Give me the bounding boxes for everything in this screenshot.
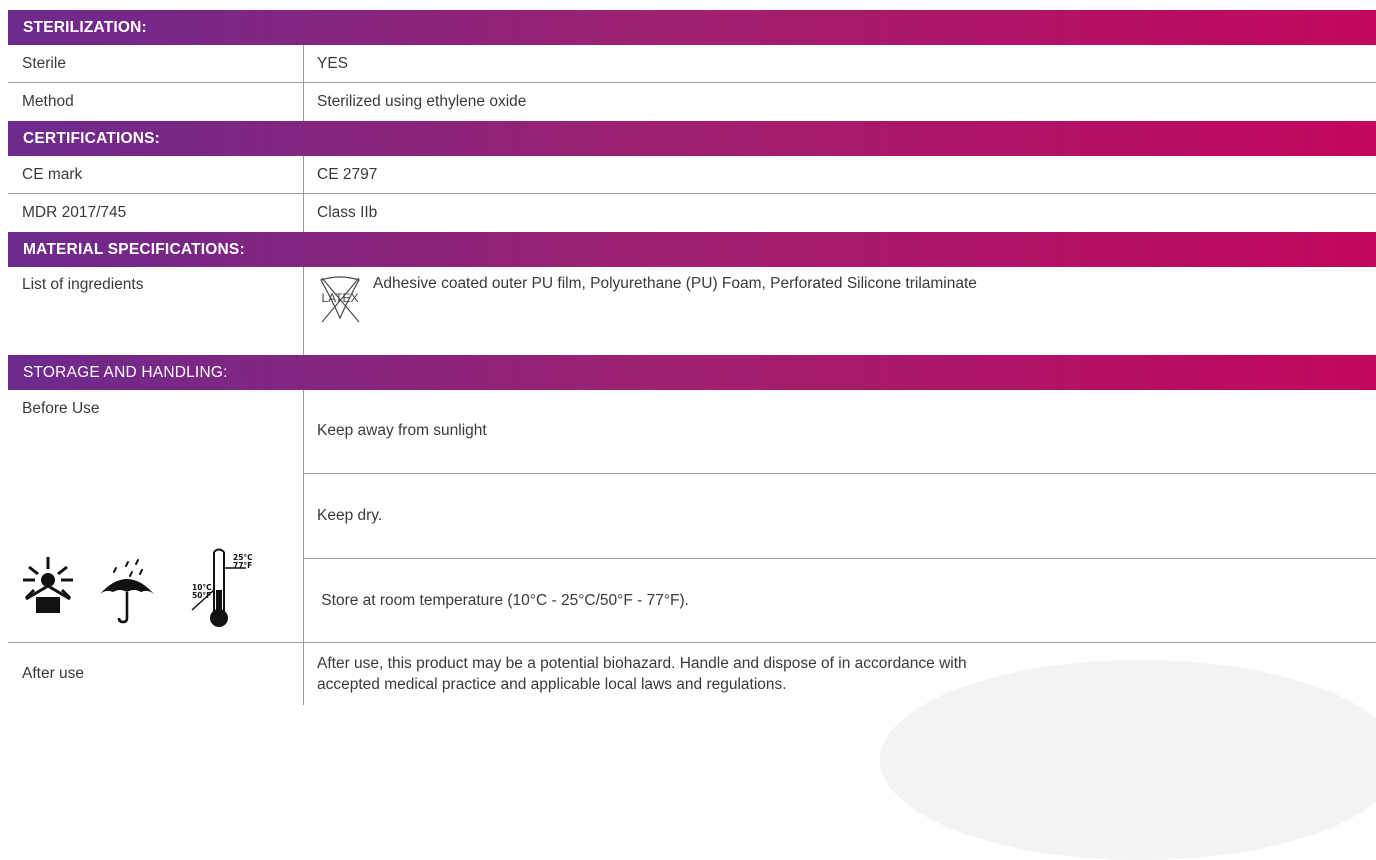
row-value: Class IIb <box>317 204 378 221</box>
row-label: Method <box>8 83 304 121</box>
after-use-text-line1: After use, this product may be a potenti… <box>317 655 967 672</box>
row-label: MDR 2017/745 <box>8 194 304 232</box>
row-value-after-use: After use, this product may be a potenti… <box>304 643 1376 705</box>
after-use-text-line2: accepted medical practice and applicable… <box>317 676 787 693</box>
product-spec-table: STERILIZATION: Sterile YES Method Steril… <box>8 10 1376 705</box>
storage-item-temperature: Store at room temperature (10°C - 25°C/5… <box>317 591 689 609</box>
row-label: CE mark <box>8 156 304 193</box>
storage-item-dry: Keep dry. <box>304 474 1376 560</box>
row-value: CE 2797 <box>317 165 378 183</box>
row-label: List of ingredients <box>8 267 304 355</box>
latex-symbol-text: LATEX <box>321 291 359 305</box>
table-row-mdr: MDR 2017/745 Class IIb <box>8 194 1376 232</box>
row-label: Before Use <box>8 390 304 642</box>
table-row-ce-mark: CE mark CE 2797 <box>8 156 1376 194</box>
table-row-ingredients: List of ingredients LATEX Adhesive coate… <box>8 267 1376 355</box>
table-row-method: Method Sterilized using ethylene oxide <box>8 83 1376 121</box>
row-label: After use <box>8 643 304 705</box>
before-use-items: Keep away from sunlight Keep dry. Store … <box>304 390 1376 642</box>
storage-item-sunlight: Keep away from sunlight <box>304 390 1376 474</box>
latex-free-icon: LATEX <box>317 274 363 324</box>
section-header-certifications: CERTIFICATIONS: <box>8 121 1376 156</box>
row-value: YES <box>317 54 349 72</box>
table-row-sterile: Sterile YES <box>8 45 1376 83</box>
table-row-before-use: Before Use Keep away from sunlight Keep … <box>8 390 1376 643</box>
ingredients-text: Adhesive coated outer PU film, Polyureth… <box>373 275 977 292</box>
section-header-sterilization: STERILIZATION: <box>8 10 1376 45</box>
row-value: Sterilized using ethylene oxide <box>317 93 527 110</box>
row-label: Sterile <box>8 45 304 82</box>
table-row-after-use: After use After use, this product may be… <box>8 643 1376 705</box>
section-header-material-specifications: MATERIAL SPECIFICATIONS: <box>8 232 1376 267</box>
row-value-ingredients: LATEX Adhesive coated outer PU film, Pol… <box>304 267 1376 355</box>
section-header-storage-handling: STORAGE AND HANDLING: <box>8 355 1376 390</box>
